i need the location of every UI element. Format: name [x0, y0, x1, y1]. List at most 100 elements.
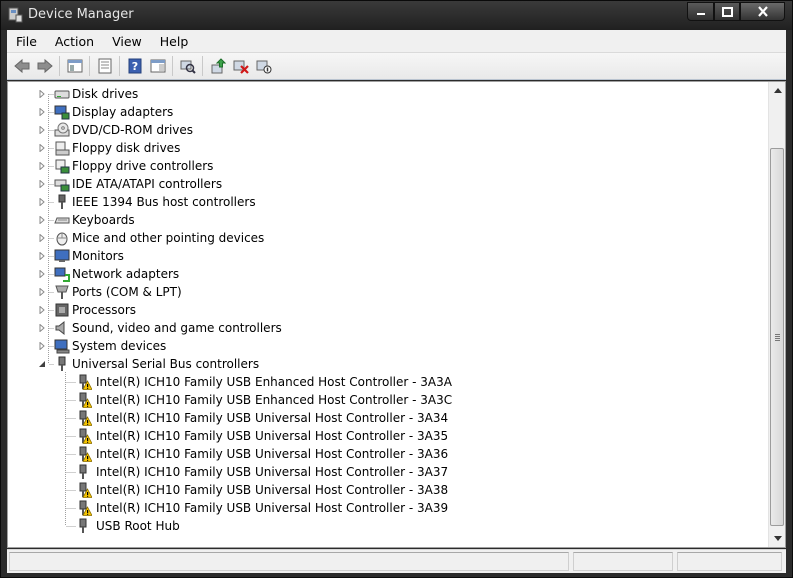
help-icon: ? [128, 58, 141, 74]
tree-category-system-devices[interactable]: System devices [8, 337, 768, 355]
uninstall-icon [233, 60, 249, 74]
usb-device-item[interactable]: Intel(R) ICH10 Family USB Enhanced Host … [8, 391, 768, 409]
tree-category-label: Mice and other pointing devices [72, 231, 265, 245]
usb-device-item[interactable]: Intel(R) ICH10 Family USB Universal Host… [8, 409, 768, 427]
tree-category-universal-serial-bus-controllers[interactable]: Universal Serial Bus controllers [8, 355, 768, 373]
keyboard-icon [54, 217, 70, 224]
scroll-down-icon [773, 536, 782, 541]
scroll-grip [775, 336, 780, 337]
tree-category-disk-drives[interactable]: Disk drives [8, 85, 768, 103]
tree-category-label: Processors [72, 303, 137, 317]
tree-category-keyboards[interactable]: Keyboards [8, 211, 768, 229]
menu-file[interactable]: File [7, 30, 46, 53]
tree-category-mice-and-other-pointing-devices[interactable]: Mice and other pointing devices [8, 229, 768, 247]
tree-category-display-adapters[interactable]: Display adapters [8, 103, 768, 121]
usb-device-label: Intel(R) ICH10 Family USB Universal Host… [96, 447, 449, 461]
scroll-down-button[interactable] [769, 530, 785, 547]
tree-category-monitors[interactable]: Monitors [8, 247, 768, 265]
tree-category-network-adapters[interactable]: Network adapters [8, 265, 768, 283]
show-hide-console-tree-button[interactable] [63, 55, 86, 77]
tree-category-label: Disk drives [72, 87, 139, 101]
usb-device-icon [79, 464, 87, 479]
tree-category-ieee-1394-bus-host-controllers[interactable]: IEEE 1394 Bus host controllers [8, 193, 768, 211]
scroll-thumb[interactable] [770, 148, 784, 526]
tree-category-processors[interactable]: Processors [8, 301, 768, 319]
scroll-up-icon [773, 88, 782, 93]
usb-device-warning-icon [79, 482, 92, 498]
status-panel-main [9, 552, 569, 571]
maximize-button[interactable] [714, 2, 740, 21]
expand-arrow-icon[interactable] [38, 162, 46, 170]
menu-bar: File Action View Help [7, 30, 786, 53]
usb-device-item[interactable]: Intel(R) ICH10 Family USB Universal Host… [8, 499, 768, 517]
tree-category-dvd-cd-rom-drives[interactable]: DVD/CD-ROM drives [8, 121, 768, 139]
close-button[interactable] [740, 2, 785, 21]
expand-arrow-icon[interactable] [38, 90, 46, 98]
tree-category-sound-video-game-controllers[interactable]: Sound, video and game controllers [8, 319, 768, 337]
forward-button[interactable] [33, 55, 56, 77]
tree-category-label: Display adapters [72, 105, 174, 119]
update-driver-icon [211, 58, 226, 74]
expand-arrow-icon[interactable] [38, 216, 46, 224]
expand-arrow-icon[interactable] [38, 126, 46, 134]
uninstall-button[interactable] [229, 55, 252, 77]
tree-category-label: DVD/CD-ROM drives [72, 123, 194, 137]
properties-button[interactable] [93, 55, 116, 77]
tree-category-floppy-disk-drives[interactable]: Floppy disk drives [8, 139, 768, 157]
tree-category-label: Universal Serial Bus controllers [72, 357, 260, 371]
usb-device-item[interactable]: Intel(R) ICH10 Family USB Enhanced Host … [8, 373, 768, 391]
usb-device-label: Intel(R) ICH10 Family USB Universal Host… [96, 483, 449, 497]
usb-device-label: Intel(R) ICH10 Family USB Enhanced Host … [96, 375, 452, 389]
usb-device-warning-icon [79, 446, 92, 462]
expand-arrow-icon[interactable] [38, 324, 46, 332]
status-bar [7, 549, 786, 573]
expand-arrow-icon[interactable] [38, 198, 46, 206]
action-pane-button[interactable] [146, 55, 169, 77]
toolbar-separator [202, 56, 203, 76]
tree-category-label: System devices [72, 339, 167, 353]
scan-hardware-button[interactable] [176, 55, 199, 77]
disable-icon [256, 60, 271, 74]
expand-arrow-icon[interactable] [38, 306, 46, 314]
menu-action[interactable]: Action [46, 30, 103, 53]
expand-arrow-icon[interactable] [38, 252, 46, 260]
scan-hardware-icon [180, 60, 196, 74]
expand-arrow-icon[interactable] [38, 342, 46, 350]
processor-icon [55, 303, 69, 317]
scroll-up-button[interactable] [769, 82, 785, 99]
menu-view[interactable]: View [103, 30, 151, 53]
minimize-button[interactable] [687, 2, 714, 21]
update-driver-button[interactable] [206, 55, 229, 77]
expand-arrow-icon[interactable] [38, 288, 46, 296]
back-button[interactable] [10, 55, 33, 77]
usb-device-item[interactable]: Intel(R) ICH10 Family USB Universal Host… [8, 481, 768, 499]
collapse-arrow-icon[interactable] [38, 360, 46, 368]
tree-category-floppy-drive-controllers[interactable]: Floppy drive controllers [8, 157, 768, 175]
usb-device-item[interactable]: Intel(R) ICH10 Family USB Universal Host… [8, 463, 768, 481]
tree-category-label: Floppy disk drives [72, 141, 181, 155]
monitor-icon [54, 249, 70, 262]
tree-category-label: Keyboards [72, 213, 135, 227]
expand-arrow-icon[interactable] [38, 234, 46, 242]
help-button[interactable]: ? [123, 55, 146, 77]
tree-category-ports-com-lpt[interactable]: Ports (COM & LPT) [8, 283, 768, 301]
tree-category-ide-ata-atapi-controllers[interactable]: IDE ATA/ATAPI controllers [8, 175, 768, 193]
vertical-scrollbar[interactable] [768, 82, 785, 547]
window-title: Device Manager [28, 7, 134, 22]
disable-button[interactable] [252, 55, 275, 77]
usb-device-label: Intel(R) ICH10 Family USB Universal Host… [96, 411, 449, 425]
scroll-grip [775, 338, 780, 339]
scroll-grip [775, 340, 780, 341]
expand-arrow-icon[interactable] [38, 144, 46, 152]
title-bar[interactable]: Device Manager [1, 1, 792, 30]
menu-help[interactable]: Help [151, 30, 198, 53]
usb-device-item[interactable]: Intel(R) ICH10 Family USB Universal Host… [8, 427, 768, 445]
properties-icon [98, 58, 111, 74]
usb-device-item[interactable]: Intel(R) ICH10 Family USB Universal Host… [8, 445, 768, 463]
status-panel-secondary [573, 552, 673, 571]
expand-arrow-icon[interactable] [38, 270, 46, 278]
usb-controller-children: Intel(R) ICH10 Family USB Enhanced Host … [8, 373, 768, 535]
usb-device-item[interactable]: USB Root Hub [8, 517, 768, 535]
expand-arrow-icon[interactable] [38, 180, 46, 188]
expand-arrow-icon[interactable] [38, 108, 46, 116]
